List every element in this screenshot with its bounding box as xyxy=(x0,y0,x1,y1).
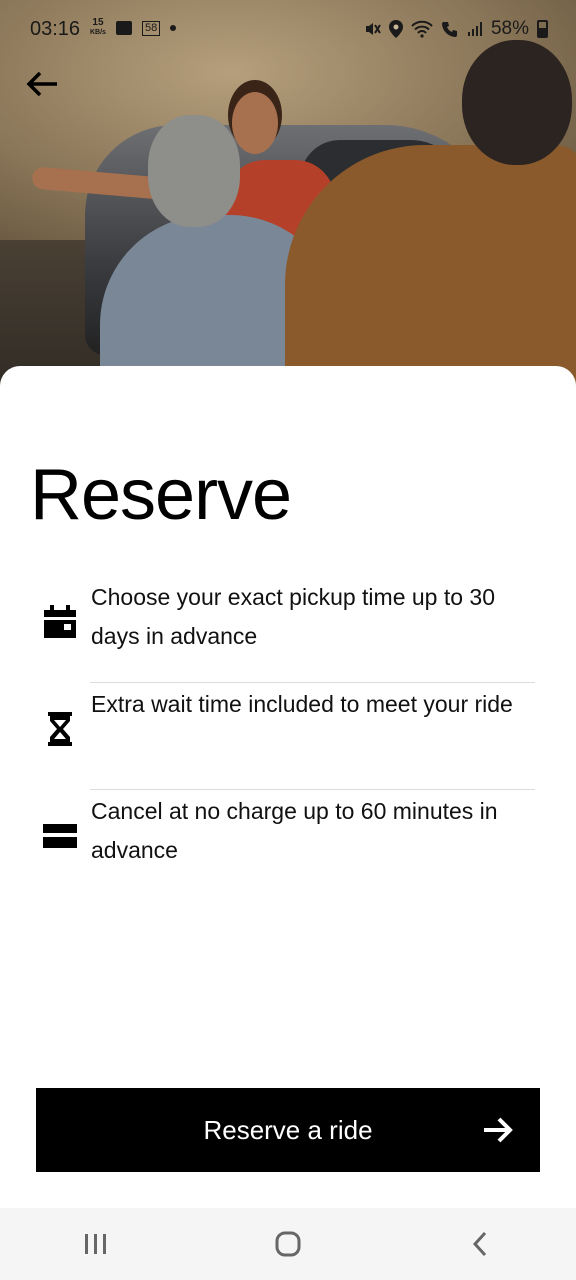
feature-text: Extra wait time included to meet your ri… xyxy=(91,691,513,717)
battery-percent: 58% xyxy=(490,18,529,39)
arrow-right-icon xyxy=(484,1117,513,1143)
arrow-left-icon xyxy=(26,71,57,97)
home-icon xyxy=(275,1231,301,1257)
feature-item-cancellation: Cancel at no charge up to 60 minutes in … xyxy=(0,790,576,897)
more-dot-icon xyxy=(170,25,177,31)
page-title: Reserve xyxy=(30,455,292,535)
hero-image xyxy=(0,0,576,400)
call-icon xyxy=(441,22,457,37)
recent-apps-icon xyxy=(85,1234,106,1254)
reserve-sheet: Reserve Choose your exact pickup time up… xyxy=(0,366,576,1208)
signal-icon xyxy=(467,22,482,36)
battery-icon xyxy=(537,20,548,38)
feature-text: Cancel at no charge up to 60 minutes in … xyxy=(91,798,498,863)
gallery-icon xyxy=(115,21,132,35)
reserve-ride-label: Reserve a ride xyxy=(203,1114,373,1145)
feature-list: Choose your exact pickup time up to 30 d… xyxy=(0,576,576,897)
reserve-ride-button[interactable]: Reserve a ride xyxy=(36,1088,540,1172)
back-button[interactable] xyxy=(20,62,64,106)
status-bar: 03:16 15 KB/s 58 58% xyxy=(0,0,576,60)
feature-item-wait-time: Extra wait time included to meet your ri… xyxy=(0,683,576,790)
feature-text: Choose your exact pickup time up to 30 d… xyxy=(91,584,496,649)
wifi-icon xyxy=(411,20,433,38)
calendar-icon xyxy=(40,602,80,642)
system-nav-bar xyxy=(0,1208,576,1280)
system-back-button[interactable] xyxy=(440,1214,520,1274)
network-speed: 15 KB/s xyxy=(90,17,106,37)
status-left-icons: 15 KB/s 58 xyxy=(90,17,177,38)
home-button[interactable] xyxy=(248,1214,328,1274)
status-right-icons: 58% xyxy=(363,18,548,40)
card-icon xyxy=(40,816,80,856)
location-icon xyxy=(388,20,403,38)
chevron-left-icon xyxy=(472,1231,487,1257)
notification-count-badge: 58 xyxy=(141,20,161,36)
hourglass-icon xyxy=(40,709,80,749)
recent-apps-button[interactable] xyxy=(56,1214,136,1274)
feature-item-pickup-time: Choose your exact pickup time up to 30 d… xyxy=(0,576,576,683)
status-time: 03:16 xyxy=(30,18,81,40)
mute-icon xyxy=(365,23,381,35)
